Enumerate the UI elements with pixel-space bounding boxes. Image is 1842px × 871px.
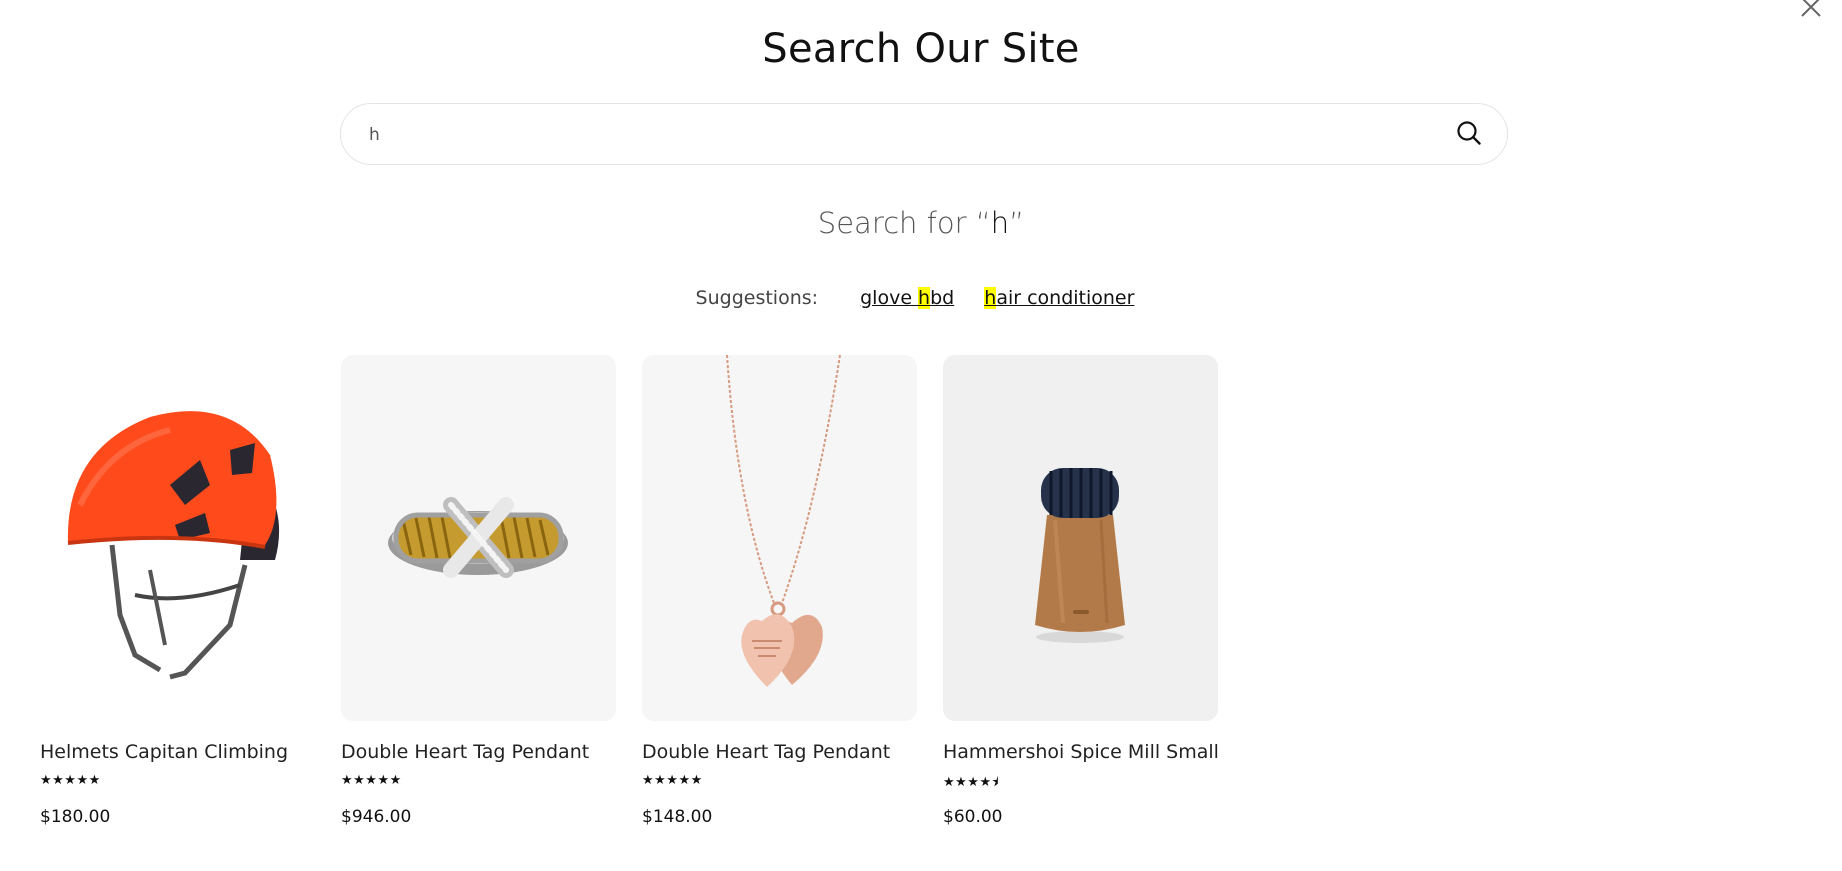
product-price: $180.00 (40, 807, 111, 827)
search-bar (340, 103, 1508, 166)
product-price: $946.00 (341, 807, 412, 827)
results-query: h (990, 206, 1010, 240)
product-image[interactable] (341, 355, 616, 721)
results-heading: Search for “h” (0, 206, 1842, 240)
search-button[interactable] (1455, 119, 1485, 149)
heart-pendant-necklace-image (726, 355, 841, 687)
product-rating: ★★★★★ (40, 773, 101, 788)
results-heading-prefix: Search for “ (817, 206, 991, 240)
close-icon (1801, 0, 1821, 17)
suggestion-link-glove-hbd[interactable]: glove hbd (860, 287, 954, 309)
product-price: $148.00 (642, 807, 713, 827)
product-card[interactable]: Double Heart Tag Pendant ★★★★★ $148.00 (642, 355, 917, 827)
product-name[interactable]: Hammershoi Spice Mill Small (943, 741, 1219, 763)
product-rating: ★★★★★ (341, 773, 402, 788)
product-grid: Helmets Capitan Climbing ★★★★★ $180.00 D… (0, 355, 1842, 855)
suggestion-link-hair-conditioner[interactable]: hair conditioner (984, 287, 1134, 309)
product-name[interactable]: Double Heart Tag Pendant (341, 741, 616, 763)
product-image[interactable] (642, 355, 917, 721)
product-name[interactable]: Helmets Capitan Climbing (40, 741, 315, 763)
product-card[interactable]: Helmets Capitan Climbing ★★★★★ $180.00 (40, 355, 315, 827)
search-icon (1457, 121, 1481, 145)
search-input[interactable] (367, 104, 1431, 166)
suggestions: Suggestions: glove hbd hair conditioner (0, 287, 1842, 309)
close-button[interactable] (1798, 0, 1824, 20)
product-card[interactable]: Double Heart Tag Pendant ★★★★★ $946.00 (341, 355, 616, 827)
suggestion-highlight: h (984, 287, 997, 309)
product-image[interactable] (40, 355, 315, 721)
product-name[interactable]: Double Heart Tag Pendant (642, 741, 917, 763)
spice-mill-image (1035, 468, 1125, 643)
gold-silver-ring-image (388, 497, 568, 578)
suggestions-label: Suggestions: (695, 287, 819, 309)
product-card[interactable]: Hammershoi Spice Mill Small ★★★★⯨ $60.00 (943, 355, 1219, 827)
product-price: $60.00 (943, 807, 1003, 827)
suggestion-text: air conditioner (996, 287, 1135, 309)
product-rating: ★★★★⯨ (943, 775, 1000, 790)
suggestion-text: glove (860, 287, 919, 309)
modal-title: Search Our Site (762, 26, 1080, 72)
suggestion-highlight: h (918, 287, 931, 309)
search-modal: Search Our Site Search for “h” Suggestio… (0, 0, 1842, 871)
suggestion-text: bd (930, 287, 955, 309)
product-image[interactable] (943, 355, 1218, 721)
climbing-helmet-image (67, 411, 280, 680)
results-heading-suffix: ” (1009, 206, 1025, 240)
product-rating: ★★★★★ (642, 773, 703, 788)
